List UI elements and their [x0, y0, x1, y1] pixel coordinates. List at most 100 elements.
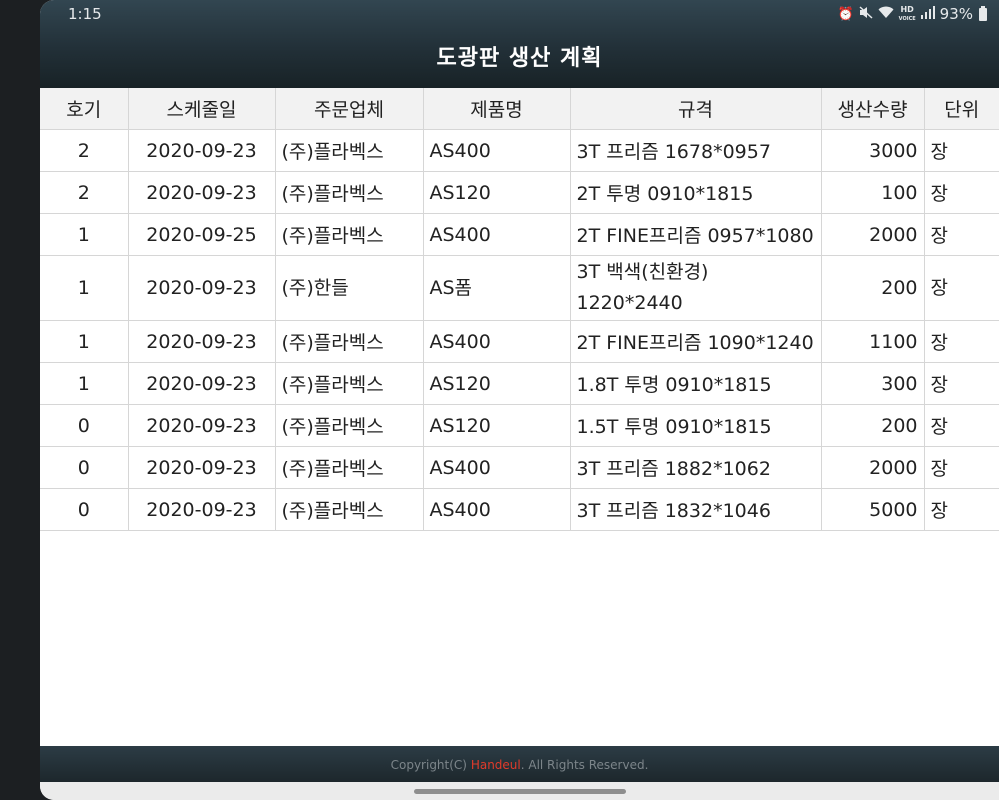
column-header-qty: 생산수량	[820, 88, 925, 130]
battery-percent: 93%	[939, 5, 973, 23]
cell-spec: 2T FINE프리즘 0957*1080	[569, 213, 822, 256]
table-row[interactable]: 0 2020-09-23 (주)플라벡스 AS400 3T 프리즘 1832*1046 5…	[40, 488, 999, 531]
cell-qty: 5000	[820, 488, 925, 531]
column-header-company: 주문업체	[274, 88, 424, 130]
navigation-bar	[40, 782, 999, 800]
cell-unit: 장	[923, 404, 999, 447]
production-table: 호기 스케줄일 주문업체 제품명 규격 생산수량 단위 2 2020-09-23(…	[40, 88, 999, 531]
column-header-machine: 호기	[40, 88, 129, 130]
cell-qty: 3000	[820, 129, 925, 172]
app-header: 1:15 ⏰ HD VOICE 93% 도광판 생산 계획	[40, 0, 999, 88]
cell-qty: 100	[820, 171, 925, 214]
table-row[interactable]: 0 2020-09-23 (주)플라벡스 AS120 1.5T 투명 0910*1815…	[40, 404, 999, 447]
cell-date: 2020-09-23	[127, 129, 276, 172]
cell-unit: 장	[923, 446, 999, 489]
cell-machine: 1	[40, 213, 129, 256]
app-window: 1:15 ⏰ HD VOICE 93% 도광판 생산 계획 호기 스케줄일 주문…	[40, 0, 999, 800]
table-body: 2 2020-09-23 (주)플라벡스 AS400 3T 프리즘 1678*0957 3…	[40, 129, 999, 531]
cell-product: AS400	[422, 129, 571, 172]
page-title: 도광판 생산 계획	[436, 46, 603, 71]
cell-unit: 장	[923, 213, 999, 256]
cell-date: 2020-09-23	[127, 255, 276, 321]
brand-link[interactable]: Handeul	[471, 758, 521, 772]
alarm-icon: ⏰	[837, 6, 854, 22]
cell-company: (주)한들	[274, 255, 424, 321]
cell-product: AS400	[422, 213, 571, 256]
cell-unit: 장	[923, 171, 999, 214]
home-indicator[interactable]	[414, 789, 626, 794]
cell-company: (주)플라벡스	[274, 320, 424, 363]
cell-unit: 장	[923, 488, 999, 531]
cell-qty: 2000	[820, 446, 925, 489]
cell-machine: 0	[40, 488, 129, 531]
cell-product: AS120	[422, 171, 571, 214]
cell-machine: 0	[40, 404, 129, 447]
cell-machine: 2	[40, 129, 129, 172]
copyright-prefix: Copyright(C)	[390, 758, 471, 772]
cell-date: 2020-09-25	[127, 213, 276, 256]
table-row[interactable]: 0 2020-09-23 (주)플라벡스 AS400 3T 프리즘 1882*1062 2…	[40, 446, 999, 489]
cell-qty: 200	[820, 404, 925, 447]
cell-unit: 장	[923, 129, 999, 172]
mute-icon	[859, 5, 873, 23]
column-header-unit: 단위	[923, 88, 999, 130]
cell-machine: 1	[40, 362, 129, 405]
table-row[interactable]: 2 2020-09-23 (주)플라벡스 AS120 2T 투명 0910*1815 10…	[40, 171, 999, 214]
cell-date: 2020-09-23	[127, 488, 276, 531]
cell-product: AS폼	[422, 255, 571, 321]
table-header-row: 호기 스케줄일 주문업체 제품명 규격 생산수량 단위	[40, 88, 999, 130]
cell-machine: 1	[40, 320, 129, 363]
cell-unit: 장	[923, 255, 999, 321]
cell-unit: 장	[923, 362, 999, 405]
cell-qty: 300	[820, 362, 925, 405]
table-row[interactable]: 1 2020-09-23 (주)플라벡스 AS120 1.8T 투명 0910*1815…	[40, 362, 999, 405]
cell-machine: 2	[40, 171, 129, 214]
cell-date: 2020-09-23	[127, 362, 276, 405]
cell-machine: 1	[40, 255, 129, 321]
cell-date: 2020-09-23	[127, 404, 276, 447]
signal-icon	[920, 5, 935, 23]
cell-spec: 3T 프리즘 1882*1062	[569, 446, 822, 489]
voice-label: VOICE	[898, 15, 916, 22]
battery-icon	[979, 5, 987, 21]
column-header-spec: 규격	[569, 88, 822, 130]
cell-product: AS400	[422, 488, 571, 531]
hd-label: HD	[900, 4, 914, 14]
cell-spec: 3T 프리즘 1678*0957	[569, 129, 822, 172]
footer: Copyright(C) Handeul. All Rights Reserve…	[40, 746, 999, 782]
cell-company: (주)플라벡스	[274, 171, 424, 214]
cell-spec: 3T 프리즘 1832*1046	[569, 488, 822, 531]
table-row[interactable]: 1 2020-09-23 (주)한들 AS폼 3T 백색(친환경) 1220*2440 2…	[40, 255, 999, 321]
cell-spec: 3T 백색(친환경) 1220*2440	[569, 255, 822, 321]
cell-unit: 장	[923, 320, 999, 363]
cell-date: 2020-09-23	[127, 446, 276, 489]
cell-company: (주)플라벡스	[274, 488, 424, 531]
cell-date: 2020-09-23	[127, 171, 276, 214]
cell-company: (주)플라벡스	[274, 129, 424, 172]
cell-spec: 1.5T 투명 0910*1815	[569, 404, 822, 447]
cell-spec: 2T 투명 0910*1815	[569, 171, 822, 214]
cell-product: AS120	[422, 404, 571, 447]
cell-company: (주)플라벡스	[274, 404, 424, 447]
cell-date: 2020-09-23	[127, 320, 276, 363]
status-bar: 1:15 ⏰ HD VOICE 93%	[40, 0, 999, 30]
cell-spec: 1.8T 투명 0910*1815	[569, 362, 822, 405]
table-row[interactable]: 1 2020-09-23 (주)플라벡스 AS400 2T FINE프리즘 1090*1…	[40, 320, 999, 363]
cell-product: AS120	[422, 362, 571, 405]
cell-product: AS400	[422, 446, 571, 489]
cell-qty: 2000	[820, 213, 925, 256]
table-row[interactable]: 1 2020-09-25 (주)플라벡스 AS400 2T FINE프리즘 0957*1…	[40, 213, 999, 256]
cell-qty: 1100	[820, 320, 925, 363]
column-header-date: 스케줄일	[127, 88, 276, 130]
cell-product: AS400	[422, 320, 571, 363]
cell-company: (주)플라벡스	[274, 446, 424, 489]
cell-machine: 0	[40, 446, 129, 489]
hd-voice-icon: HD VOICE	[898, 4, 916, 23]
cell-company: (주)플라벡스	[274, 213, 424, 256]
table-row[interactable]: 2 2020-09-23 (주)플라벡스 AS400 3T 프리즘 1678*0957 3…	[40, 129, 999, 172]
wifi-icon	[878, 6, 894, 23]
status-time: 1:15	[68, 5, 102, 23]
cell-company: (주)플라벡스	[274, 362, 424, 405]
status-icons: ⏰ HD VOICE 93%	[837, 5, 987, 23]
cell-qty: 200	[820, 255, 925, 321]
